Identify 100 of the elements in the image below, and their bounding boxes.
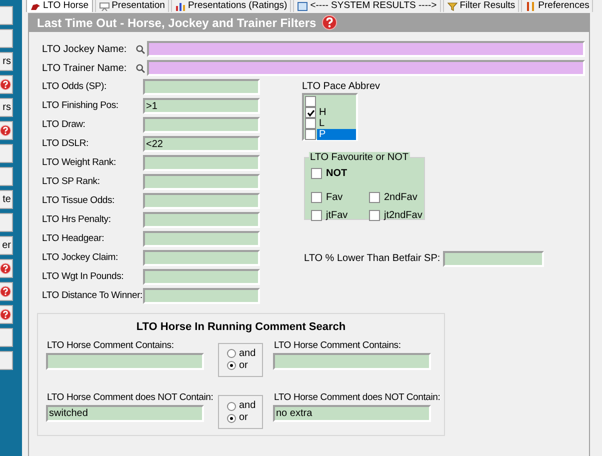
input-field[interactable] [143,117,260,133]
search-icon[interactable] [136,64,145,72]
header-title: Last Time Out - Horse, Jockey and Trainer Filters [37,14,316,32]
sliders-icon [525,2,536,10]
checkbox[interactable] [369,192,380,203]
checkbox[interactable] [311,168,322,179]
checkbox-label: 2ndFav [384,191,418,205]
sidebar-button[interactable] [0,351,13,370]
radio-label: or [239,412,248,424]
input-field[interactable] [143,79,260,95]
group-title: LTO Favourite or NOT [309,152,410,163]
input-field[interactable]: <22 [143,136,260,152]
field-label: LTO Trainer Name: [42,62,128,76]
checkbox[interactable] [305,96,316,107]
field-label: LTO Horse Comment Contains: [46,338,174,352]
input-field[interactable] [143,155,260,171]
input-field[interactable] [143,193,260,209]
help-button[interactable] [0,259,13,278]
list-item[interactable]: L [317,118,356,129]
field-label: LTO Tissue Odds: [42,194,116,208]
radio-label: or [239,360,248,372]
help-icon[interactable] [0,309,11,320]
input-field[interactable] [143,288,260,304]
field-label: LTO Distance To Winner: [42,288,143,303]
search-icon[interactable] [136,44,145,54]
field-label: LTO Jockey Claim: [42,250,119,265]
radio-button[interactable] [227,361,236,370]
tab[interactable]: Preferences [521,0,594,12]
field-label: LTO Draw: [42,118,86,132]
field-label: LTO Horse Comment Contains: [273,338,401,352]
checkmark-icon [306,108,314,116]
filter-icon [446,2,458,10]
field-label: LTO % Lower Than Betfair SP: [304,252,440,266]
search-field[interactable] [147,60,585,76]
field-label: LTO DSLR: [42,136,90,151]
input-field[interactable] [273,352,431,370]
radio-label: and [239,348,256,360]
checkbox-label: jtFav [326,209,348,223]
field-label: LTO Odds (SP): [42,80,108,94]
sidebar-button[interactable] [0,29,13,48]
tab[interactable]: <---- SYSTEM RESULTS ----> [293,0,441,12]
sidebar-button[interactable] [0,167,13,186]
field-label: LTO Jockey Name: [42,42,128,56]
input-field[interactable] [143,231,260,247]
list-item[interactable]: H [317,107,356,118]
sidebar-button[interactable] [0,6,13,25]
checkbox-label: jt2ndFav [384,209,422,223]
field-label: LTO Hrs Penalty: [42,212,112,227]
field-label: LTO SP Rank: [42,174,101,189]
sidebar-button[interactable]: er [0,236,13,255]
field-label: LTO Horse Comment does NOT Contain: [273,390,440,405]
input-field[interactable] [143,269,260,285]
sidebar-button[interactable]: rs [0,98,13,117]
help-button[interactable] [0,305,13,324]
list-item[interactable]: P [317,129,356,140]
checkbox[interactable] [311,210,322,221]
input-field[interactable] [143,212,260,228]
tab[interactable]: LTO Horse [26,0,93,12]
checkbox[interactable] [305,118,316,129]
help-icon[interactable] [0,286,11,297]
group-title: LTO Horse In Running Comment Search [136,320,346,335]
help-icon[interactable] [0,125,11,136]
help-button[interactable] [0,282,13,301]
radio-label: and [239,400,256,412]
sidebar-button[interactable]: rs [0,52,13,71]
input-field[interactable] [443,250,544,266]
radio-button[interactable] [227,414,236,422]
help-icon[interactable] [322,15,338,30]
sidebar-button[interactable]: te [0,190,13,209]
input-field[interactable] [143,250,260,266]
checkbox[interactable] [369,210,380,221]
checkbox[interactable] [305,107,316,118]
help-button[interactable] [0,75,13,94]
pace-list[interactable]: H L P [302,93,358,141]
checkbox[interactable] [305,129,316,140]
field-label: LTO Weight Rank: [42,156,117,170]
help-icon[interactable] [0,263,11,274]
input-field[interactable]: switched [46,405,204,422]
sidebar-button[interactable] [0,213,13,232]
input-field[interactable]: no extra [273,405,431,422]
checkbox[interactable] [311,192,322,203]
document-icon [297,2,308,10]
field-label: LTO Headgear: [42,232,106,246]
radio-button[interactable] [227,402,236,410]
help-icon[interactable] [0,79,11,90]
field-label: LTO Wgt In Pounds: [42,270,125,284]
tab[interactable]: Presentations (Ratings) [170,0,292,12]
presentation-icon [98,2,110,10]
input-field[interactable] [46,352,204,370]
field-label: LTO Finishing Pos: [42,98,120,113]
tab[interactable]: Filter Results [442,0,520,12]
help-button[interactable] [0,121,13,140]
input-field[interactable]: >1 [143,98,260,114]
search-field[interactable] [147,41,585,57]
radio-button[interactable] [227,349,236,358]
checkbox-label: NOT [326,167,348,181]
field-label: LTO Horse Comment does NOT Contain: [46,390,214,405]
input-field[interactable] [143,174,260,190]
tab[interactable]: Presentation [94,0,169,12]
checkbox-label: Fav [326,191,343,205]
